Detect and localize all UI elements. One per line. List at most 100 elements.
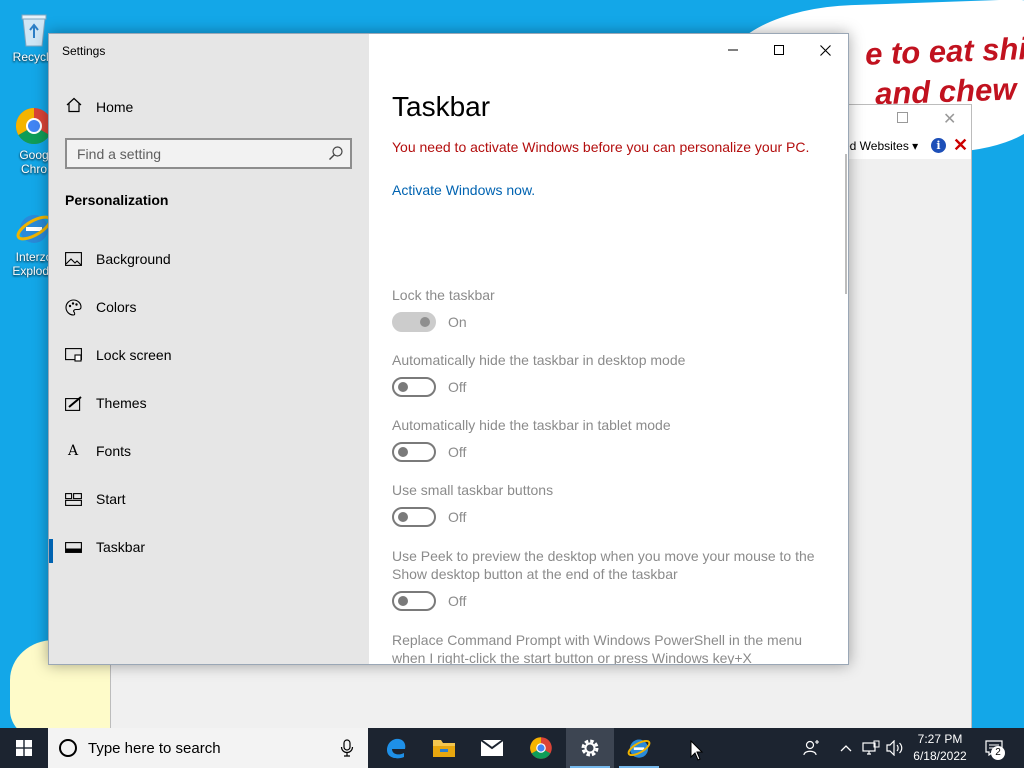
banner-text: e to eat shit and chew bbox=[864, 30, 1024, 112]
nav-item-label: Fonts bbox=[96, 443, 132, 459]
small-buttons-toggle[interactable] bbox=[392, 507, 436, 527]
setting-label: Automatically hide the taskbar in deskto… bbox=[392, 352, 686, 368]
nav-item-label: Background bbox=[96, 251, 171, 267]
notification-count-badge: 2 bbox=[991, 746, 1005, 760]
nav-item-lock-screen[interactable]: Lock screen bbox=[49, 331, 369, 379]
clock-date: 6/18/2022 bbox=[913, 749, 967, 763]
settings-sidebar: Settings Home Personalization Background… bbox=[49, 34, 369, 664]
setting-lock-taskbar: Lock the taskbar On bbox=[392, 286, 832, 332]
toggle-state: Off bbox=[448, 444, 467, 460]
windows-logo-icon bbox=[16, 740, 32, 756]
settings-taskbar-button[interactable] bbox=[566, 728, 614, 768]
settings-content: Taskbar You need to activate Windows bef… bbox=[369, 34, 848, 665]
nav-item-fonts[interactable]: A Fonts bbox=[49, 427, 369, 475]
activate-windows-link[interactable]: Activate Windows now. bbox=[392, 182, 535, 198]
close-icon[interactable]: ✕ bbox=[943, 109, 956, 129]
people-button[interactable] bbox=[798, 728, 826, 768]
setting-peek: Use Peek to preview the desktop when you… bbox=[392, 547, 832, 611]
start-button[interactable] bbox=[0, 728, 48, 768]
network-button[interactable] bbox=[860, 728, 882, 768]
page-title: Taskbar bbox=[392, 91, 491, 122]
setting-label: Lock the taskbar bbox=[392, 287, 495, 303]
file-explorer-icon bbox=[433, 740, 455, 757]
setting-label: Use small taskbar buttons bbox=[392, 482, 554, 498]
window-title: Settings bbox=[62, 44, 106, 58]
clock-time: 7:27 PM bbox=[917, 732, 963, 746]
lock-screen-icon bbox=[64, 346, 82, 364]
settings-gear-icon bbox=[581, 739, 599, 757]
toggle-knob bbox=[398, 596, 408, 606]
activation-warning: You need to activate Windows before you … bbox=[392, 139, 810, 155]
autohide-desktop-toggle[interactable] bbox=[392, 377, 436, 397]
nav-item-label: Start bbox=[96, 491, 126, 507]
microphone-icon[interactable] bbox=[340, 739, 354, 757]
nav-item-start[interactable]: Start bbox=[49, 475, 369, 523]
internet-explorer-taskbar-button[interactable] bbox=[615, 728, 663, 768]
info-icon[interactable]: i bbox=[931, 138, 946, 153]
toggle-knob bbox=[398, 382, 408, 392]
nav-item-taskbar[interactable]: Taskbar bbox=[49, 523, 369, 571]
nav-item-themes[interactable]: Themes bbox=[49, 379, 369, 427]
nav-item-label: Lock screen bbox=[96, 347, 172, 363]
personalization-nav: Background Colors Lock screen Themes A F… bbox=[49, 235, 369, 571]
brush-icon bbox=[64, 394, 82, 412]
scrollbar[interactable] bbox=[845, 154, 847, 294]
chrome-taskbar-button[interactable] bbox=[517, 728, 565, 768]
nav-item-background[interactable]: Background bbox=[49, 235, 369, 283]
red-close-icon[interactable]: ✕ bbox=[953, 135, 968, 156]
nav-item-label: Taskbar bbox=[96, 539, 146, 555]
taskbar-search-box[interactable]: Type here to search bbox=[48, 728, 368, 768]
show-hidden-icons-button[interactable] bbox=[836, 728, 856, 768]
taskbar-icon bbox=[64, 538, 82, 556]
toggle-state: Off bbox=[448, 509, 467, 525]
edge-taskbar-button[interactable] bbox=[372, 728, 420, 768]
setting-small-buttons: Use small taskbar buttons Off bbox=[392, 481, 832, 527]
palette-icon bbox=[64, 298, 82, 316]
picture-icon bbox=[64, 250, 82, 268]
autohide-tablet-toggle[interactable] bbox=[392, 442, 436, 462]
search-input[interactable] bbox=[77, 144, 317, 164]
toggle-state: On bbox=[448, 314, 467, 330]
lock-taskbar-toggle[interactable] bbox=[392, 312, 436, 332]
mail-taskbar-button[interactable] bbox=[468, 728, 516, 768]
mail-icon bbox=[480, 739, 504, 756]
toggle-knob bbox=[420, 317, 430, 327]
edge-icon bbox=[387, 738, 406, 759]
setting-label: Automatically hide the taskbar in tablet… bbox=[392, 417, 671, 433]
people-icon bbox=[803, 740, 819, 756]
nav-home-label: Home bbox=[96, 99, 134, 115]
taskbar-search-placeholder: Type here to search bbox=[88, 740, 221, 757]
toggle-state: Off bbox=[448, 593, 467, 609]
chrome-icon bbox=[530, 737, 552, 759]
start-icon bbox=[64, 490, 82, 508]
file-explorer-taskbar-button[interactable] bbox=[420, 728, 468, 768]
setting-powershell: Replace Command Prompt with Windows Powe… bbox=[392, 631, 832, 665]
clock[interactable]: 7:27 PM 6/18/2022 bbox=[905, 731, 975, 765]
setting-label: Replace Command Prompt with Windows Powe… bbox=[392, 632, 803, 665]
volume-button[interactable] bbox=[884, 728, 906, 768]
internet-explorer-icon bbox=[627, 739, 651, 758]
find-setting-search-box[interactable] bbox=[65, 138, 352, 169]
fonts-icon: A bbox=[67, 443, 79, 459]
peek-toggle[interactable] bbox=[392, 591, 436, 611]
setting-autohide-tablet: Automatically hide the taskbar in tablet… bbox=[392, 416, 832, 462]
search-icon[interactable] bbox=[328, 145, 344, 161]
cortana-icon bbox=[59, 739, 77, 757]
chevron-up-icon bbox=[840, 745, 852, 752]
home-icon bbox=[65, 97, 83, 118]
network-icon bbox=[862, 740, 880, 755]
suggested-sites-menu[interactable]: ed Websites ▾ bbox=[843, 139, 918, 153]
section-title: Personalization bbox=[65, 192, 169, 208]
taskbar: Type here to search 7:27 PM 6/18/2022 2 bbox=[0, 728, 1024, 768]
nav-item-label: Colors bbox=[96, 299, 137, 315]
suggested-sites-label: ed Websites bbox=[843, 139, 909, 153]
nav-item-colors[interactable]: Colors bbox=[49, 283, 369, 331]
maximize-icon[interactable] bbox=[897, 112, 908, 123]
setting-label: Use Peek to preview the desktop when you… bbox=[392, 548, 815, 582]
mouse-cursor-icon bbox=[690, 740, 704, 761]
settings-window: Settings Home Personalization Background… bbox=[48, 33, 849, 665]
nav-home[interactable]: Home bbox=[49, 90, 369, 124]
nav-item-label: Themes bbox=[96, 395, 147, 411]
toggle-knob bbox=[398, 512, 408, 522]
toggle-state: Off bbox=[448, 379, 467, 395]
